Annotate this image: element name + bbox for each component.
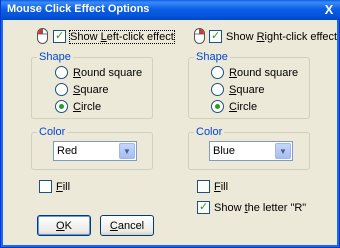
right-color-legend: Color (194, 126, 225, 138)
ok-button[interactable]: OK (37, 215, 91, 236)
ok-button-label: OK (56, 219, 72, 232)
radio-dot (55, 100, 68, 113)
chevron-down-icon[interactable]: ▼ (119, 143, 135, 159)
cancel-button[interactable]: Cancel (100, 215, 154, 236)
radio-label: Square (73, 83, 109, 96)
right-color-select[interactable]: Blue ▼ (209, 141, 293, 161)
left-fill-checkbox[interactable]: Fill (39, 180, 70, 193)
radio-dot (211, 100, 224, 113)
left-color-select[interactable]: Red ▼ (53, 141, 137, 161)
radio-dot (211, 66, 224, 79)
right-shape-round-square-radio[interactable]: Round square (211, 66, 298, 79)
show-letter-r-label: Show the letter "R" (214, 201, 307, 214)
checkbox-box (197, 200, 210, 214)
right-shape-circle-radio[interactable]: Circle (211, 100, 257, 113)
left-mouse-icon (37, 28, 48, 44)
radio-label: Circle (229, 100, 258, 113)
show-right-click-label: Show Right-click effect (226, 30, 338, 43)
checkbox-box (197, 180, 210, 193)
checkbox-box (39, 180, 52, 193)
checkbox-box (53, 29, 66, 43)
chevron-down-icon[interactable]: ▼ (275, 143, 291, 159)
left-shape-round-square-radio[interactable]: Round square (55, 66, 142, 79)
radio-label: Round square (229, 66, 299, 79)
left-color-legend: Color (37, 126, 68, 138)
close-button[interactable]: X (320, 2, 338, 18)
right-shape-square-radio[interactable]: Square (211, 83, 264, 96)
cancel-button-label: Cancel (109, 219, 145, 232)
radio-label: Round square (73, 66, 143, 79)
title-bar[interactable]: Mouse Click Effect Options X (1, 0, 340, 20)
left-shape-circle-radio[interactable]: Circle (55, 100, 101, 113)
radio-dot (211, 83, 224, 96)
radio-label: Square (229, 83, 265, 96)
radio-dot (55, 83, 68, 96)
left-shape-square-radio[interactable]: Square (55, 83, 108, 96)
left-fill-label: Fill (56, 180, 71, 193)
show-right-click-checkbox[interactable]: Show Right-click effect (209, 29, 338, 43)
window-title: Mouse Click Effect Options (7, 3, 150, 15)
radio-dot (55, 66, 68, 79)
left-color-value: Red (57, 145, 78, 157)
right-shape-legend: Shape (194, 51, 230, 63)
checkbox-box (209, 29, 222, 43)
radio-label: Circle (73, 100, 102, 113)
right-color-value: Blue (213, 145, 236, 157)
show-letter-r-checkbox[interactable]: Show the letter "R" (197, 200, 307, 214)
left-shape-legend: Shape (37, 51, 73, 63)
dialog-window: Mouse Click Effect Options X Show Left-c… (0, 0, 340, 248)
right-fill-checkbox[interactable]: Fill (197, 180, 228, 193)
right-fill-label: Fill (214, 180, 229, 193)
show-left-click-checkbox[interactable]: Show Left-click effect (53, 29, 175, 44)
right-mouse-icon (194, 28, 205, 44)
show-left-click-label: Show Left-click effect (69, 29, 175, 44)
